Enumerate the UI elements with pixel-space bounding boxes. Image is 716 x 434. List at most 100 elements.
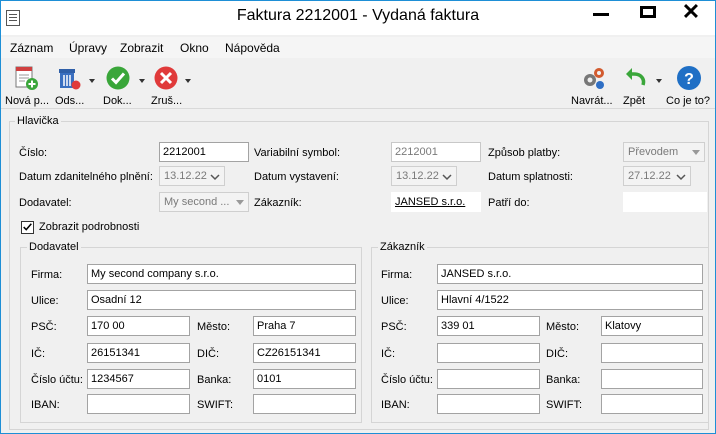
supplier-mesto-label: Město: [197,321,231,333]
varsym-input[interactable]: 2212001 [391,142,481,162]
dodavatel-value: My second ... [164,196,230,208]
zobrazit-checkbox[interactable] [21,221,34,234]
customer-dic-label: DIČ: [546,348,568,360]
cislo-input[interactable]: 2212001 [159,142,249,162]
return-button[interactable]: Navrát... [569,63,619,107]
supplier-iban-label: IBAN: [31,399,60,411]
menu-napoveda[interactable]: Nápověda [225,41,280,55]
supplier-psc-input[interactable]: 170 00 [87,316,190,336]
supplier-banka-label: Banka: [197,374,232,386]
customer-ulice-input[interactable]: Hlavní 4/1522 [437,290,703,310]
datum-vyst-label: Datum vystavení: [254,171,339,183]
zakaznik-value: JANSED s.r.o. [395,196,466,208]
menu-upravy[interactable]: Úpravy [69,41,107,55]
splatnost-label: Datum splatnosti: [488,171,573,183]
minimize-button[interactable] [579,1,623,23]
menu-zobrazit[interactable]: Zobrazit [120,41,163,55]
supplier-ic-input[interactable]: 26151341 [87,343,190,363]
close-icon: ✕ [681,0,701,24]
datum-zdan-label: Datum zdanitelného plnění: [19,171,153,183]
cancel-dropdown-caret[interactable] [185,79,191,83]
supplier-psc-label: PSČ: [31,321,57,333]
customer-swift-input[interactable] [601,394,703,414]
customer-psc-input[interactable]: 339 01 [437,316,540,336]
menu-bar: Záznam Úpravy Zobrazit Okno Nápověda [1,37,715,58]
customer-iban-input[interactable] [437,394,540,414]
help-icon: ? [677,66,701,90]
datum-vyst-select[interactable]: 13.12.22 [391,166,457,186]
title-bar: Faktura 2212001 - Vydaná faktura ✕ [1,1,715,35]
supplier-firma-label: Firma: [31,269,63,281]
supplier-ulice-input[interactable]: Osadní 12 [87,290,356,310]
send-label: Ods... [55,95,85,107]
document-button[interactable]: Dok... [99,63,147,107]
patri-input[interactable] [623,192,707,212]
supplier-iban-input[interactable] [87,394,190,414]
supplier-ulice-label: Ulice: [31,295,59,307]
document-dropdown-caret[interactable] [139,79,145,83]
help-button[interactable]: ? Co je to? [665,63,715,107]
back-label: Zpět [623,95,646,107]
varsym-label: Variabilní symbol: [254,147,340,159]
customer-ulice-label: Ulice: [381,295,409,307]
main-panel: Hlavička Číslo: 2212001 Variabilní symbo… [5,113,711,432]
customer-group-title: Zákazník [378,241,427,253]
supplier-swift-input[interactable] [253,394,356,414]
dodavatel-select[interactable]: My second ... [159,192,249,212]
header-group-title: Hlavička [15,115,61,127]
send-button[interactable]: Ods... [51,63,99,107]
supplier-firma-input[interactable]: My second company s.r.o. [87,264,356,284]
back-button[interactable]: Zpět [619,63,665,107]
customer-mesto-label: Město: [546,321,580,333]
maximize-icon [640,6,656,18]
zakaznik-link[interactable]: JANSED s.r.o. [391,192,481,212]
menu-zaznam[interactable]: Záznam [10,41,53,55]
customer-ucet-label: Číslo účtu: [381,374,433,386]
datum-zdan-select[interactable]: 13.12.22 [159,166,225,186]
supplier-dic-label: DIČ: [197,348,219,360]
supplier-ucet-input[interactable]: 1234567 [87,369,190,389]
chevron-down-icon [210,174,220,181]
send-trash-icon [59,69,81,90]
customer-dic-input[interactable] [601,343,703,363]
zpusob-label: Způsob platby: [488,147,561,159]
supplier-group-title: Dodavatel [27,241,81,253]
send-dropdown-caret[interactable] [89,79,95,83]
cancel-button[interactable]: Zruš... [147,63,195,107]
chevron-down-icon [442,174,452,181]
invoice-window: Faktura 2212001 - Vydaná faktura ✕ Zázna… [0,0,716,434]
menu-okno[interactable]: Okno [180,41,209,55]
return-label: Navrát... [571,95,613,107]
maximize-button[interactable] [625,1,669,23]
customer-firma-input[interactable]: JANSED s.r.o. [437,264,703,284]
customer-ucet-input[interactable] [437,369,540,389]
supplier-dic-input[interactable]: CZ26151341 [253,343,356,363]
minimize-icon [593,13,609,16]
gears-icon [584,68,604,89]
close-button[interactable]: ✕ [667,1,715,23]
supplier-mesto-input[interactable]: Praha 7 [253,316,356,336]
customer-banka-label: Banka: [546,374,581,386]
customer-ic-input[interactable] [437,343,540,363]
splatnost-value: 27.12.22 [628,170,671,182]
customer-ic-label: IČ: [381,348,396,360]
zpusob-value: Převodem [628,146,679,158]
splatnost-select[interactable]: 27.12.22 [623,166,691,186]
cancel-circle-icon [154,66,178,90]
customer-mesto-input[interactable]: Klatovy [601,316,703,336]
supplier-banka-input[interactable]: 0101 [253,369,356,389]
customer-psc-label: PSČ: [381,321,407,333]
zobrazit-label: Zobrazit podrobnosti [39,221,140,233]
toolbar: Nová p... Ods... Dok... Zruš... Navrát..… [1,59,715,109]
back-dropdown-caret[interactable] [656,79,662,83]
customer-firma-label: Firma: [381,269,413,281]
cislo-label: Číslo: [19,147,48,159]
new-record-button[interactable]: Nová p... [3,63,51,107]
dropdown-arrow-icon [692,150,700,155]
supplier-ucet-label: Číslo účtu: [31,374,83,386]
customer-banka-input[interactable] [601,369,703,389]
document-label: Dok... [103,95,132,107]
new-record-label: Nová p... [5,95,50,107]
check-circle-icon [106,66,130,90]
zpusob-select[interactable]: Převodem [623,142,705,162]
